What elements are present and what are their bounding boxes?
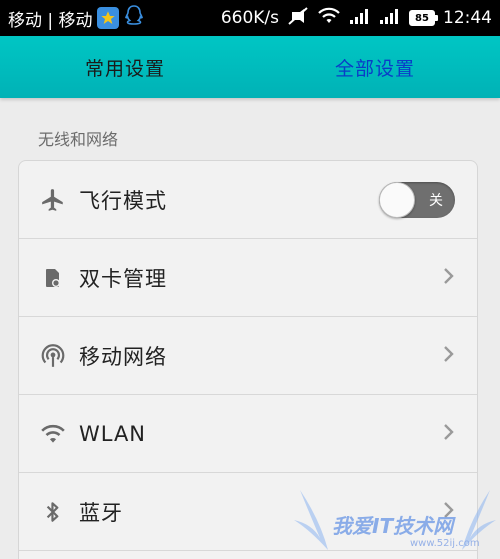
settings-row-dual-sim[interactable]: 双卡管理 <box>19 239 477 317</box>
toggle-state-text: 关 <box>429 192 443 209</box>
cellular-antenna-icon <box>39 342 67 370</box>
toggle-knob <box>379 181 415 218</box>
chevron-right-icon <box>443 345 455 367</box>
settings-row-airplane-mode[interactable]: 飞行模式 关 <box>19 161 477 239</box>
airplane-mode-toggle[interactable]: 关 <box>379 181 455 218</box>
status-right: 660K/s 85 12:44 <box>221 6 492 31</box>
airplane-icon <box>39 186 67 214</box>
section-header-wireless: 无线和网络 <box>38 130 119 149</box>
row-label-dual-sim: 双卡管理 <box>79 266 167 291</box>
wifi-status-icon <box>317 7 341 30</box>
settings-row-wlan[interactable]: WLAN <box>19 395 477 473</box>
bluetooth-icon <box>39 498 67 526</box>
row-label-bluetooth: 蓝牙 <box>79 500 123 525</box>
chevron-right-icon <box>443 267 455 289</box>
star-app-icon <box>96 7 119 29</box>
row-right-airplane: 关 <box>379 181 455 218</box>
net-speed: 660K/s <box>220 8 279 28</box>
carrier-text: 移动 | 移动 <box>8 10 93 31</box>
row-right-bluetooth <box>443 501 455 523</box>
row-right-dual-sim <box>443 267 455 289</box>
status-bar: 移动 | 移动 660K/s 85 12:44 <box>0 0 500 36</box>
row-right-mobile-network <box>443 345 455 367</box>
settings-tab-bar: 常用设置 全部设置 <box>0 36 500 98</box>
status-left: 移动 | 移动 <box>8 4 145 33</box>
row-label-airplane-mode: 飞行模式 <box>79 188 167 213</box>
signal-2-icon <box>379 7 401 30</box>
tab-all-settings[interactable]: 全部设置 <box>250 36 500 98</box>
dual-sim-icon <box>39 264 67 292</box>
row-label-mobile-network: 移动网络 <box>79 344 167 369</box>
chevron-right-icon <box>443 423 455 445</box>
clock: 12:44 <box>443 8 492 28</box>
wireless-settings-card: 飞行模式 关 双卡管理 移动网络 WLAN 蓝牙 <box>18 160 478 559</box>
qq-icon <box>123 4 145 33</box>
battery-icon: 85 <box>409 10 438 26</box>
settings-row-mobile-network[interactable]: 移动网络 <box>19 317 477 395</box>
wifi-icon <box>39 420 67 448</box>
tab-common-settings[interactable]: 常用设置 <box>0 36 250 98</box>
chevron-right-icon <box>443 501 455 523</box>
row-label-wlan: WLAN <box>79 421 147 446</box>
mute-vibrate-icon <box>287 6 309 31</box>
signal-1-icon <box>349 7 371 30</box>
settings-row-bluetooth[interactable]: 蓝牙 <box>19 473 477 551</box>
row-right-wlan <box>443 423 455 445</box>
